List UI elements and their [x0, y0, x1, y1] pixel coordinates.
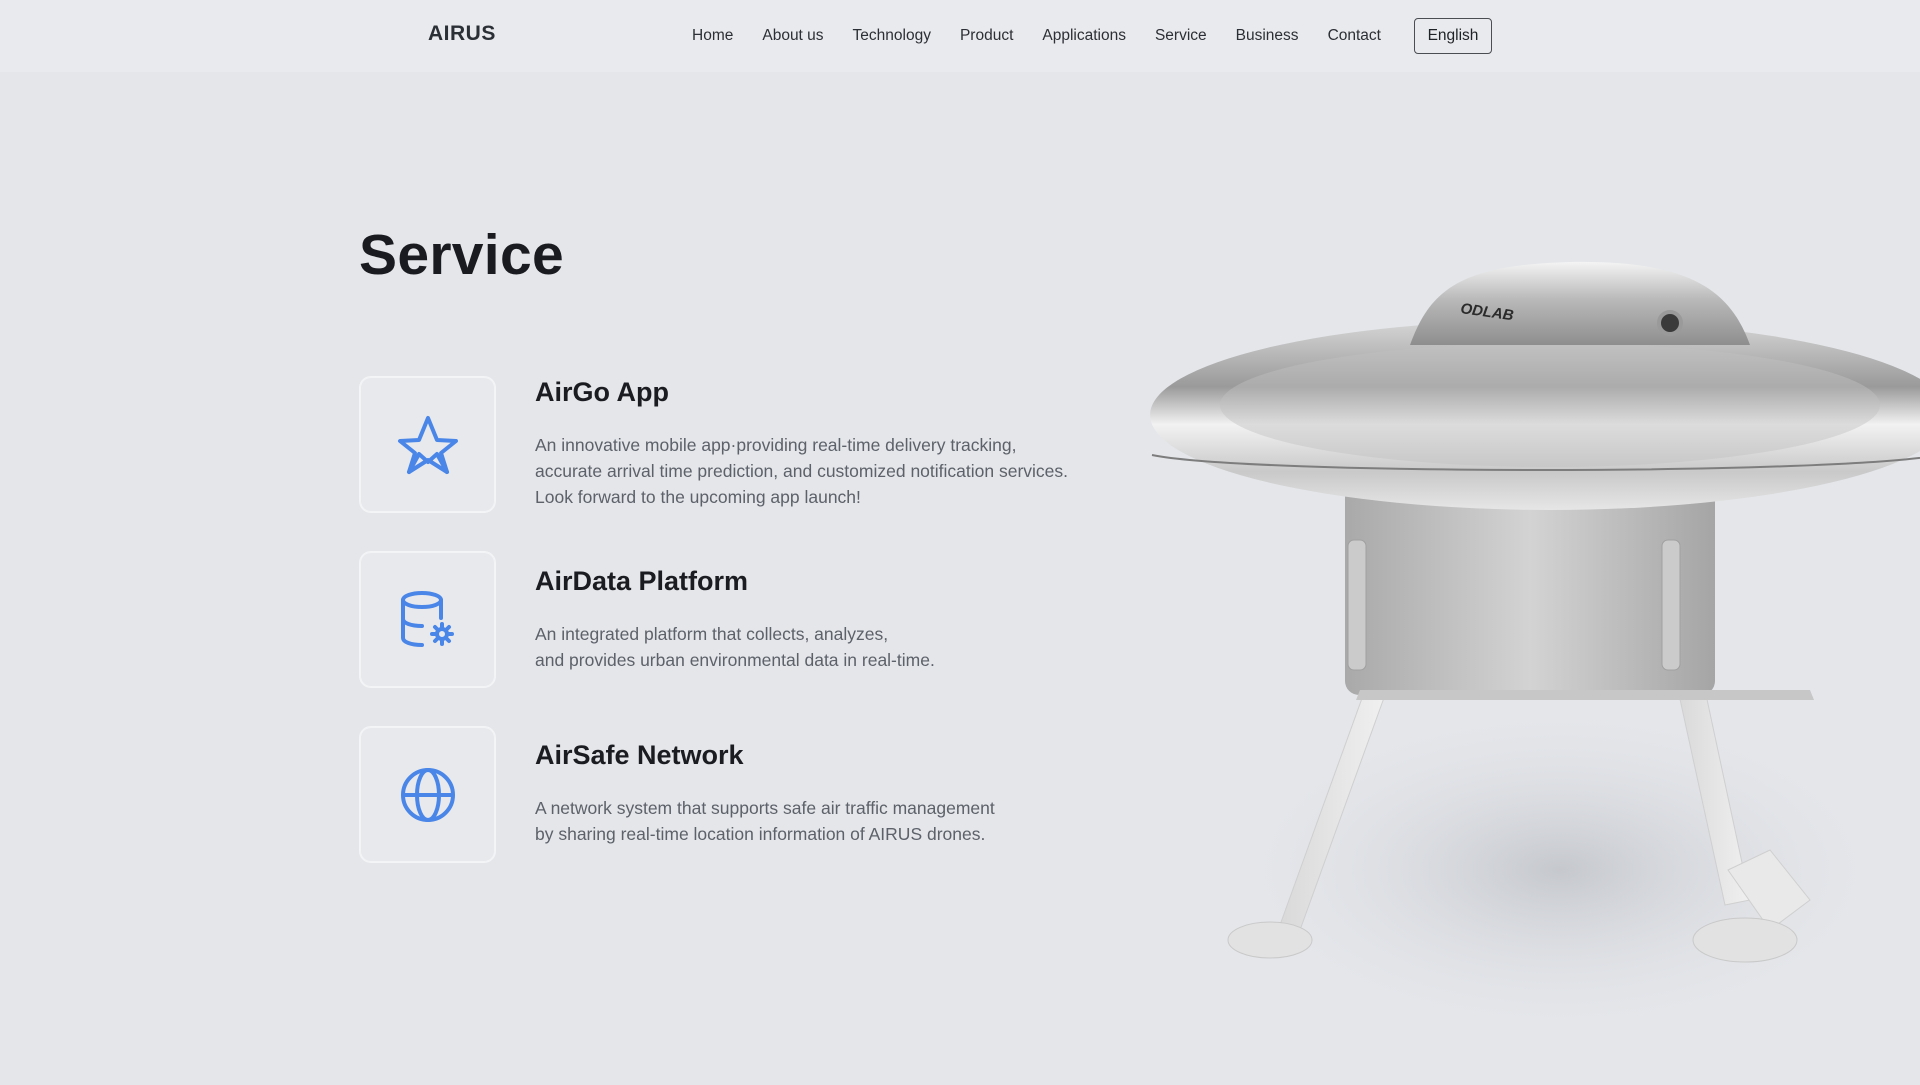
top-navigation-bar: AIRUS Home About us Technology Product A…	[0, 0, 1920, 72]
globe-icon	[400, 767, 455, 822]
nav-item-business[interactable]: Business	[1236, 27, 1299, 45]
service-title: AirSafe Network	[535, 740, 744, 770]
service-icon-box	[359, 726, 496, 863]
star-icon	[397, 415, 458, 474]
nav-item-service[interactable]: Service	[1155, 27, 1207, 45]
service-icon-box	[359, 376, 496, 513]
language-button[interactable]: English	[1414, 18, 1492, 54]
service-description: A network system that supports safe air …	[535, 798, 995, 844]
service-item-airdata-platform: AirData Platform An integrated platform …	[359, 551, 1139, 691]
nav-item-home[interactable]: Home	[692, 27, 733, 45]
main-nav: Home About us Technology Product Applica…	[692, 0, 1410, 72]
page-title: Service	[359, 223, 564, 287]
service-item-airsafe-network: AirSafe Network A network system that su…	[359, 726, 1139, 866]
nav-item-applications[interactable]: Applications	[1042, 27, 1126, 45]
service-description: An integrated platform that collects, an…	[535, 624, 935, 670]
nav-item-about-us[interactable]: About us	[762, 27, 823, 45]
service-description: An innovative mobile app·providing real-…	[535, 435, 1069, 507]
nav-item-technology[interactable]: Technology	[853, 27, 931, 45]
service-item-airgo-app: AirGo App An innovative mobile app·provi…	[359, 376, 1139, 516]
brand-logo[interactable]: AIRUS	[428, 22, 496, 46]
service-icon-box	[359, 551, 496, 688]
service-title: AirGo App	[535, 377, 669, 407]
drone-hero-image: ODLAB	[1130, 250, 1920, 1080]
nav-item-contact[interactable]: Contact	[1328, 27, 1381, 45]
database-settings-icon	[400, 590, 454, 647]
nav-item-product[interactable]: Product	[960, 27, 1013, 45]
service-title: AirData Platform	[535, 566, 749, 596]
